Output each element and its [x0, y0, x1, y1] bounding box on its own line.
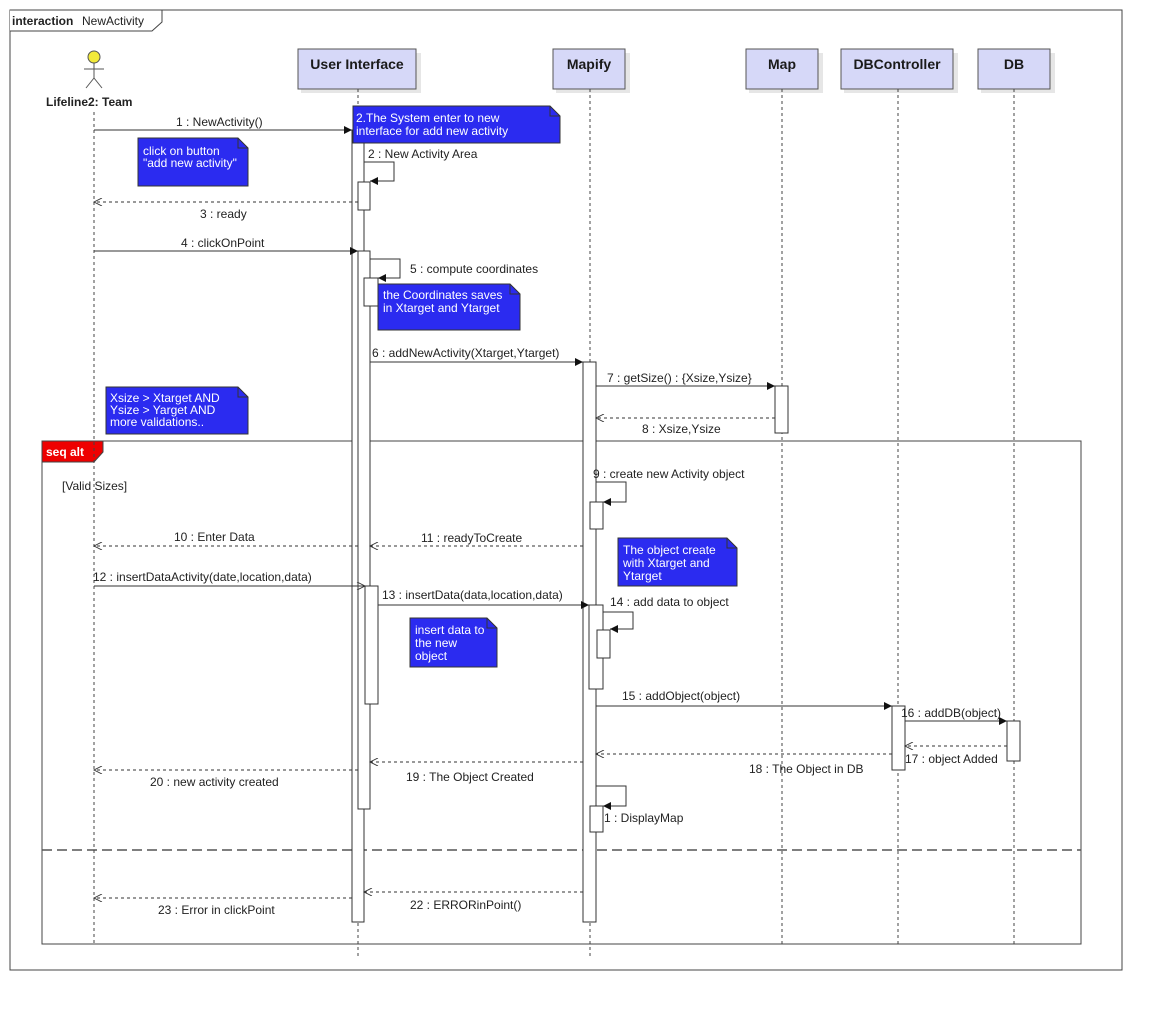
- message-23-label: 23 : Error in clickPoint: [158, 903, 275, 917]
- message-20-label: 20 : new activity created: [150, 775, 279, 789]
- activation-bars: [351, 129, 1021, 923]
- message-10-label: 10 : Enter Data: [174, 530, 255, 544]
- actor-team: Lifeline2: Team: [46, 50, 132, 109]
- lifeline-map: Map: [745, 48, 823, 93]
- frame-keyword: interaction: [12, 14, 73, 28]
- activation-mapify-adddata: [596, 629, 611, 659]
- message-11-label: 11 : readyToCreate: [421, 531, 522, 545]
- lifeline-mapify: Mapify: [552, 48, 630, 93]
- alt-fragment: seq alt [Valid Sizes]: [41, 440, 1082, 945]
- note-validation-line-3: more validations..: [110, 415, 204, 429]
- lifeline-dbcontroller-label: DBController: [853, 56, 941, 72]
- note-system-enter: 2.The System enter to new interface for …: [352, 105, 561, 144]
- note-object-create-line-3: Ytarget: [623, 569, 662, 583]
- message-2-label: 2 : New Activity Area: [368, 147, 478, 161]
- note-click-button: click on button "add new activity": [137, 137, 249, 187]
- message-14-arrow: [603, 611, 634, 633]
- message-3-label: 3 : ready: [200, 207, 247, 221]
- sync-messages: [94, 126, 1007, 810]
- actor-label: Lifeline2: Team: [46, 95, 132, 109]
- note-system-enter-line-2: interface for add new activity: [356, 124, 508, 138]
- fragment-guard: [Valid Sizes]: [62, 479, 127, 493]
- note-coordinates-line-1: the Coordinates saves: [383, 288, 502, 302]
- activation-ui-area: [357, 181, 371, 211]
- fragment-tag-label: seq alt: [46, 445, 84, 459]
- note-insert-data-line-2: the new: [415, 636, 457, 650]
- note-insert-data-line-3: object: [415, 649, 448, 663]
- lifeline-user-interface: User Interface: [297, 48, 421, 93]
- note-object-create-line-1: The object create: [623, 543, 716, 557]
- lifeline-mapify-label: Mapify: [567, 56, 612, 72]
- message-15-label: 15 : addObject(object): [622, 689, 740, 703]
- activation-ui-coords: [363, 277, 379, 307]
- message-18-label: 18 : The Object in DB: [749, 762, 864, 776]
- message-5-arrow: [370, 258, 401, 282]
- note-coordinates-line-2: in Xtarget and Ytarget: [383, 301, 500, 315]
- lifeline-db: DB: [977, 48, 1055, 93]
- message-21-label: 1 : DisplayMap: [604, 811, 684, 825]
- message-9-arrow: [596, 481, 627, 506]
- frame-name: NewActivity: [82, 14, 144, 28]
- message-14-label: 14 : add data to object: [610, 595, 729, 609]
- sequence-diagram: interaction NewActivity seq alt [Valid S…: [9, 9, 1123, 971]
- activation-mapify-create: [589, 501, 604, 530]
- note-object-create-line-2: with Xtarget and: [622, 556, 710, 570]
- message-2-arrow: [364, 161, 395, 185]
- activation-ui-click: [357, 250, 371, 810]
- message-12-label: 12 : insertDataActivity(date,location,da…: [93, 570, 312, 584]
- note-object-create: The object create with Xtarget and Ytarg…: [617, 537, 738, 587]
- message-5-label: 5 : compute coordinates: [410, 262, 538, 276]
- note-insert-data-line-1: insert data to: [415, 623, 485, 637]
- note-coordinates: the Coordinates saves in Xtarget and Yta…: [377, 283, 521, 331]
- message-4-label: 4 : clickOnPoint: [181, 236, 265, 250]
- actor-head-icon: [87, 50, 101, 64]
- note-validation: Xsize > Xtarget AND Ysize > Yarget AND m…: [105, 386, 249, 435]
- note-click-button-line-2: "add new activity": [143, 156, 237, 170]
- activation-db: [1006, 720, 1021, 762]
- lifeline-db-label: DB: [1004, 56, 1024, 72]
- message-9-label: 9 : create new Activity object: [593, 467, 745, 481]
- return-messages: [94, 202, 1007, 898]
- note-insert-data: insert data to the new object: [409, 617, 498, 668]
- lifeline-dbcontroller: DBController: [840, 48, 958, 93]
- message-17-label: 17 : object Added: [905, 752, 998, 766]
- message-6-label: 6 : addNewActivity(Xtarget,Ytarget): [372, 346, 559, 360]
- note-system-enter-line-1: 2.The System enter to new: [356, 111, 500, 125]
- message-21-arrow: [596, 785, 627, 810]
- message-13-label: 13 : insertData(data,location,data): [382, 588, 563, 602]
- message-7-label: 7 : getSize() : {Xsize,Ysize}: [607, 371, 752, 385]
- activation-ui-insert: [364, 585, 379, 705]
- activation-mapify-display: [589, 805, 604, 833]
- message-19-label: 19 : The Object Created: [406, 770, 534, 784]
- lifeline-ui-label: User Interface: [310, 56, 404, 72]
- lifeline-map-label: Map: [768, 56, 796, 72]
- message-16-label: 16 : addDB(object): [901, 706, 1001, 720]
- message-22-label: 22 : ERRORinPoint(): [410, 898, 521, 912]
- activation-map: [774, 385, 789, 434]
- message-labels: 1 : NewActivity() 2 : New Activity Area …: [93, 115, 1001, 917]
- message-1-label: 1 : NewActivity(): [176, 115, 263, 129]
- message-8-label: 8 : Xsize,Ysize: [642, 422, 721, 436]
